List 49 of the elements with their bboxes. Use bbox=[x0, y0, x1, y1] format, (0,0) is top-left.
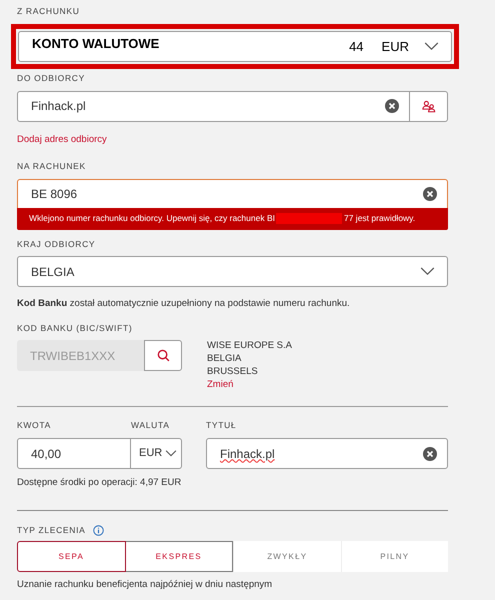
clear-icon[interactable] bbox=[385, 99, 399, 113]
amount-field[interactable]: 40,00 bbox=[17, 438, 131, 469]
add-address-link[interactable]: Dodaj adres odbiorcy bbox=[17, 132, 107, 147]
field-label: WALUTA bbox=[131, 419, 170, 432]
order-type-note: Uznanie rachunku beneficjenta najpóźniej w dniu następnym bbox=[17, 578, 274, 592]
account-name: KONTO WALUTOWE bbox=[32, 34, 160, 52]
field-value: TRWIBEB1XXX bbox=[30, 348, 116, 365]
account-select[interactable]: KONTO WALUTOWE 44 EUR bbox=[18, 30, 452, 62]
order-type-tab[interactable]: EKSPRES bbox=[124, 541, 233, 572]
chevron-down-icon bbox=[424, 42, 439, 51]
field-value: 40,00 bbox=[31, 446, 62, 462]
field-label: TYP ZLECENIA bbox=[17, 524, 86, 537]
field-value: Finhack.pl bbox=[31, 98, 87, 115]
field-label: KRAJ ODBIORCY bbox=[17, 238, 96, 250]
field-label: NA RACHUNEK bbox=[17, 160, 87, 172]
field-label: KWOTA bbox=[17, 419, 52, 432]
field-value: BE 8096 bbox=[31, 186, 78, 202]
redaction-bar bbox=[276, 213, 342, 224]
country-select[interactable]: BELGIA bbox=[17, 256, 448, 288]
info-text: Kod Banku został automatycznie uzupełniony na podstawie numeru rachunku. bbox=[17, 297, 351, 312]
chevron-down-icon bbox=[420, 267, 435, 276]
address-book-button[interactable] bbox=[410, 90, 448, 122]
recipient-field[interactable]: Finhack.pl bbox=[17, 90, 410, 122]
bank-info: BRUSSELS bbox=[207, 365, 259, 378]
field-value: BELGIA bbox=[31, 264, 76, 281]
field-label: Z RACHUNKU bbox=[17, 5, 81, 18]
field-value: Finhack.pl bbox=[220, 446, 276, 462]
account-number-field[interactable]: BE 8096 Wklejono numer rachunku odbiorcy. Upewnij się, czy rachunek BI 77 jest prawidłowy. bbox=[17, 178, 448, 230]
field-label: TYTUŁ bbox=[206, 419, 238, 432]
order-type-tab[interactable]: SEPA bbox=[17, 541, 126, 572]
search-button[interactable] bbox=[144, 340, 182, 372]
search-icon bbox=[156, 349, 170, 362]
people-icon bbox=[422, 100, 436, 112]
error-text: Wklejono numer rachunku odbiorcy. Upewnij się, czy rachunek BI bbox=[29, 212, 275, 225]
title-field[interactable]: Finhack.pl bbox=[206, 438, 448, 469]
clear-icon[interactable] bbox=[423, 446, 437, 460]
bank-info: BELGIA bbox=[207, 352, 242, 366]
chevron-down-icon bbox=[165, 450, 178, 457]
bank-info: WISE EUROPE S.A bbox=[207, 339, 292, 352]
field-value: EUR bbox=[139, 446, 162, 462]
account-balance: 44 bbox=[349, 38, 364, 56]
clear-icon[interactable] bbox=[423, 186, 437, 200]
info-icon[interactable] bbox=[93, 525, 104, 536]
account-currency: EUR bbox=[382, 38, 409, 56]
field-label: KOD BANKU (BIC/SWIFT) bbox=[17, 322, 134, 334]
currency-select[interactable]: EUR bbox=[131, 438, 182, 469]
available-funds-text: Dostępne środki po operacji: 4,97 EUR bbox=[17, 476, 182, 490]
field-label: DO ODBIORCY bbox=[17, 72, 86, 84]
error-text: 77 jest prawidłowy. bbox=[344, 212, 416, 225]
